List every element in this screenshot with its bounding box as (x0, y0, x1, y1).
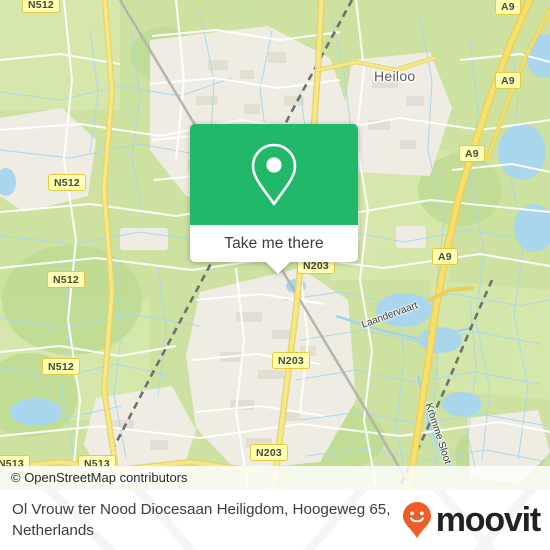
road-shield-a9[interactable]: A9 (495, 0, 521, 15)
moovit-wordmark: moovit (435, 501, 541, 539)
moovit-logo[interactable]: moovit (402, 501, 550, 539)
location-popup[interactable]: Take me there (190, 124, 358, 274)
popup-footer[interactable]: Take me there (190, 225, 358, 274)
moovit-map-screenshot: Heiloo Laandervaart Kromme Sloot N512 N5… (0, 0, 550, 550)
road-shield-n203[interactable]: N203 (272, 352, 310, 369)
footer-bar: Ol Vrouw ter Nood Diocesaan Heiligdom, H… (0, 490, 550, 550)
road-shield-n512[interactable]: N512 (42, 358, 80, 375)
popup-pointer-tail (265, 261, 291, 274)
road-shield-a9[interactable]: A9 (495, 72, 521, 89)
road-shield-n512[interactable]: N512 (47, 271, 85, 288)
place-label-heiloo: Heiloo (374, 68, 416, 84)
map-pin-icon (251, 143, 297, 205)
osm-attribution[interactable]: © OpenStreetMap contributors (0, 466, 550, 490)
moovit-pin-smiley-icon (402, 502, 431, 538)
road-shield-n512[interactable]: N512 (48, 174, 86, 191)
road-shield-n512[interactable]: N512 (22, 0, 60, 13)
take-me-there-label: Take me there (224, 234, 324, 252)
road-shield-a9[interactable]: A9 (459, 145, 485, 162)
road-shield-a9[interactable]: A9 (432, 248, 458, 265)
road-shield-n203[interactable]: N203 (250, 444, 288, 461)
location-address: Ol Vrouw ter Nood Diocesaan Heiligdom, H… (12, 501, 391, 539)
popup-header (190, 124, 358, 225)
